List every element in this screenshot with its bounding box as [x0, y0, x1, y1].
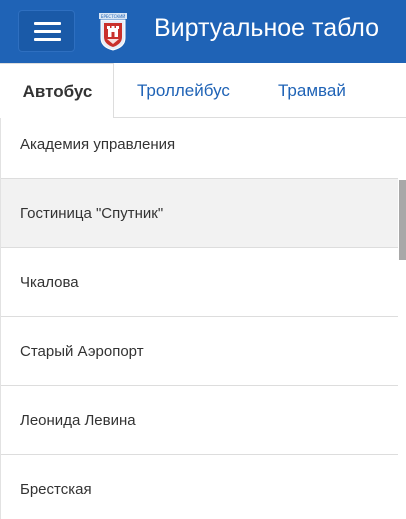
stop-name: Старый Аэропорт: [20, 342, 144, 360]
city-coat-of-arms-icon: БРЕСТСКИЙ: [99, 13, 127, 51]
app-title: Виртуальное табло: [154, 14, 380, 42]
stops-list: Академия управления Гостиница "Спутник" …: [1, 118, 399, 519]
list-item-stop[interactable]: Академия управления: [1, 118, 399, 179]
scrollbar-track[interactable]: [398, 118, 406, 519]
list-item-stop[interactable]: Чкалова: [1, 248, 399, 317]
transport-tabs: Автобус Троллейбус Трамвай: [0, 63, 406, 119]
stop-name: Леонида Левина: [20, 411, 136, 429]
tab-bus[interactable]: Автобус: [0, 63, 114, 119]
scrollbar-thumb[interactable]: [399, 180, 406, 260]
tab-tram[interactable]: Трамвай: [278, 63, 346, 118]
stop-name: Академия управления: [20, 136, 176, 153]
stops-list-container: Академия управления Гостиница "Спутник" …: [0, 118, 406, 519]
list-item-stop[interactable]: Леонида Левина: [1, 386, 399, 455]
list-item-stop[interactable]: Брестская: [1, 455, 399, 519]
logo-lettering: БРЕСТСКИЙ: [101, 14, 126, 19]
app-header: БРЕСТСКИЙ Виртуальное табло: [0, 0, 406, 63]
menu-button[interactable]: [18, 10, 75, 52]
list-item-stop[interactable]: Гостиница "Спутник": [1, 179, 399, 248]
list-item-stop[interactable]: Старый Аэропорт: [1, 317, 399, 386]
stop-name: Брестская: [20, 480, 92, 498]
stop-name: Гостиница "Спутник": [20, 204, 164, 222]
stop-name: Чкалова: [20, 273, 79, 291]
tab-trolleybus[interactable]: Троллейбус: [137, 63, 230, 118]
app-root: БРЕСТСКИЙ Виртуальное табло Автобус Трол…: [0, 0, 406, 519]
